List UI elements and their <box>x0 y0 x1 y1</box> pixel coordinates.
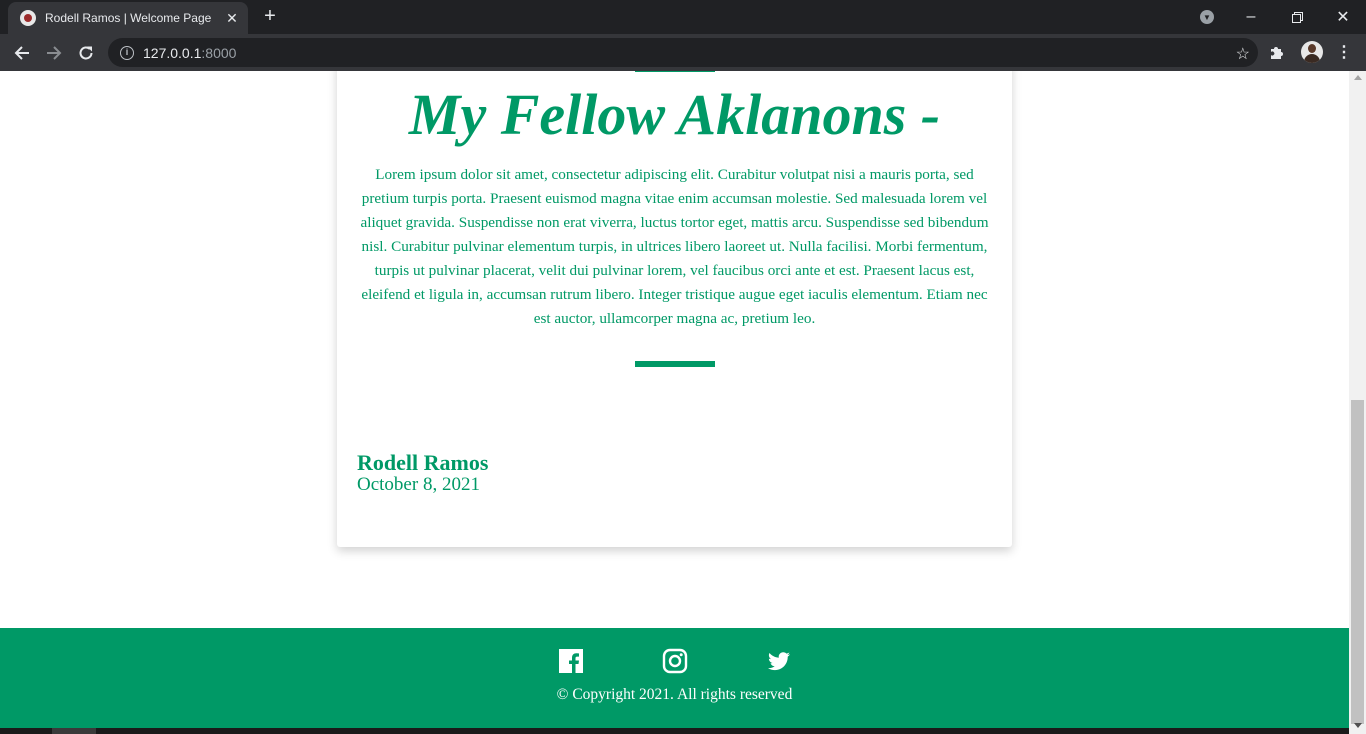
page-viewport: My Fellow Aklanons - Lorem ipsum dolor s… <box>0 71 1349 734</box>
back-button[interactable] <box>8 39 36 67</box>
close-icon: ✕ <box>1336 9 1350 26</box>
section-divider <box>635 361 715 367</box>
browser-tab[interactable]: Rodell Ramos | Welcome Page ✕ <box>8 2 248 34</box>
arrow-right-icon <box>47 46 62 60</box>
address-bar[interactable]: i 127.0.0.1:8000 ☆ <box>108 38 1258 67</box>
puzzle-icon <box>1271 47 1283 59</box>
taskbar-edge <box>0 728 1349 734</box>
tab-close-icon[interactable]: ✕ <box>224 10 240 27</box>
url-host: 127.0.0.1 <box>143 44 202 61</box>
twitter-icon <box>768 652 790 671</box>
page-heading: My Fellow Aklanons - <box>408 82 941 147</box>
tab-strip: Rodell Ramos | Welcome Page ✕ + ▼ – ✕ <box>0 0 1366 34</box>
taskbar-item <box>52 728 96 734</box>
reload-button[interactable] <box>72 39 100 67</box>
seal-icon <box>20 10 36 26</box>
maximize-button[interactable] <box>1274 0 1320 34</box>
message-card: My Fellow Aklanons - Lorem ipsum dolor s… <box>337 71 1012 547</box>
url-text: 127.0.0.1:8000 <box>143 45 236 61</box>
twitter-link[interactable] <box>766 648 792 674</box>
browser-toolbar: i 127.0.0.1:8000 ☆ ⋮ <box>0 34 1366 71</box>
browser-menu-button[interactable]: ⋮ <box>1334 43 1354 63</box>
minimize-icon: – <box>1246 8 1256 25</box>
vertical-scrollbar[interactable] <box>1349 71 1366 734</box>
reload-icon <box>79 46 93 60</box>
site-footer: © Copyright 2021. All rights reserved <box>0 628 1349 728</box>
scroll-thumb[interactable] <box>1351 400 1364 724</box>
tab-title: Rodell Ramos | Welcome Page <box>45 11 212 25</box>
facebook-icon <box>559 649 583 673</box>
close-window-button[interactable]: ✕ <box>1320 0 1366 34</box>
instagram-link[interactable] <box>662 648 688 674</box>
top-divider <box>635 71 715 72</box>
scroll-up-arrow-icon[interactable] <box>1354 75 1362 80</box>
tab-search-button[interactable]: ▼ <box>1196 0 1218 34</box>
forward-button[interactable] <box>40 39 68 67</box>
author-name: Rodell Ramos <box>357 450 489 475</box>
minimize-button[interactable]: – <box>1228 0 1274 34</box>
bookmark-star-icon[interactable]: ☆ <box>1236 44 1250 64</box>
instagram-icon <box>662 648 688 674</box>
message-paragraph: Lorem ipsum dolor sit amet, consectetur … <box>360 166 989 327</box>
new-tab-button[interactable]: + <box>258 5 282 29</box>
post-date: October 8, 2021 <box>357 474 480 495</box>
chevron-down-icon: ▼ <box>1200 10 1214 24</box>
restore-icon <box>1291 11 1303 23</box>
info-icon[interactable]: i <box>120 45 134 60</box>
url-port: :8000 <box>201 44 237 61</box>
profile-avatar[interactable] <box>1301 41 1323 63</box>
extensions-button[interactable] <box>1268 43 1288 63</box>
scroll-down-arrow-icon[interactable] <box>1354 723 1362 728</box>
copyright-text: © Copyright 2021. All rights reserved <box>556 686 793 703</box>
arrow-left-icon <box>14 46 29 60</box>
facebook-link[interactable] <box>558 648 584 674</box>
